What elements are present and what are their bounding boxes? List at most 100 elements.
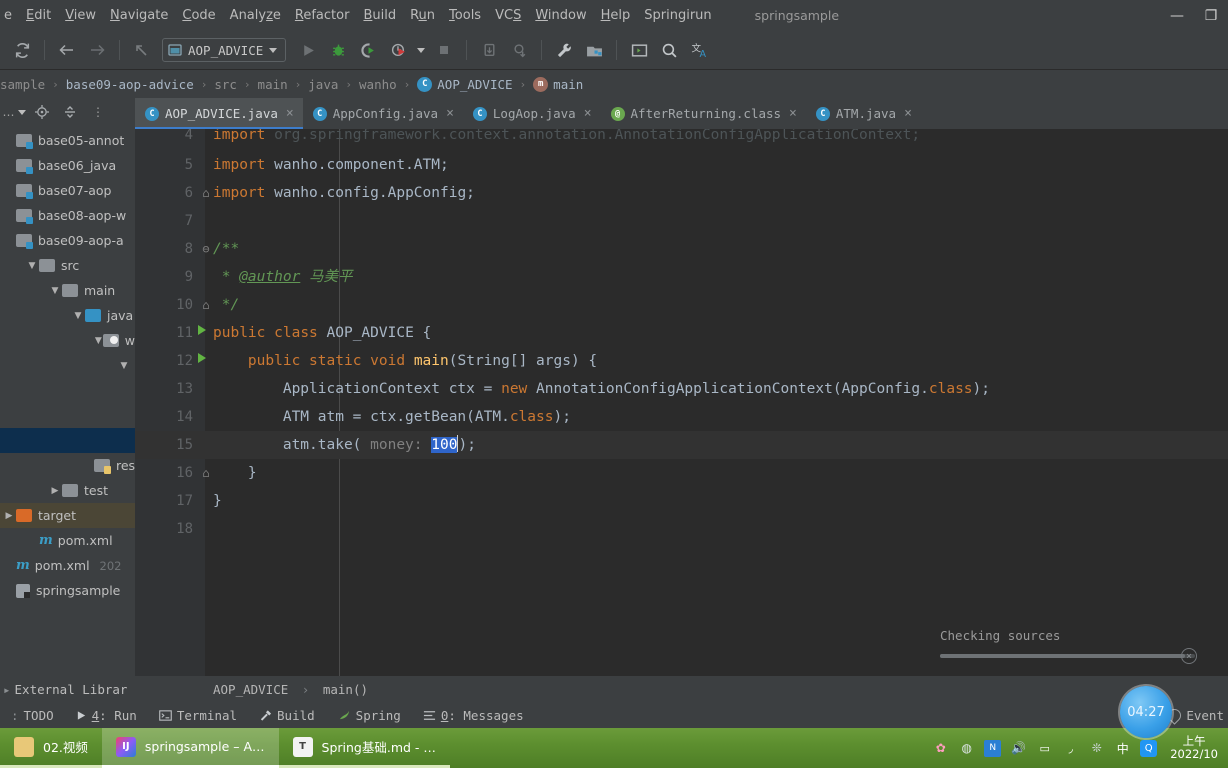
chevron-down-icon[interactable]: ▼ [94,336,103,346]
run-gutter-icon[interactable] [197,347,207,375]
menu-navigate[interactable]: Navigate [103,0,175,31]
profiler-icon[interactable] [384,36,412,64]
tree-node-src[interactable]: ▼ src [0,253,135,278]
code-line-17[interactable]: 17} [135,487,1228,515]
code-line-9[interactable]: 9 * @author 马美平 [135,263,1228,291]
tree-node-base09-aop-a[interactable]: base09-aop-a [0,228,135,253]
tree-node-main[interactable]: ▼ main [0,278,135,303]
volume-icon[interactable]: 🔊 [1010,740,1027,757]
tree-node-pom-xml[interactable]: m pom.xml 202 [0,553,135,578]
desktop-clock-widget[interactable]: 04:27 [1120,686,1172,738]
breadcrumb-item-class[interactable]: AOP_ADVICE [437,77,512,92]
project-view-selector[interactable]: … [3,102,26,122]
code-line-16[interactable]: 16 ⌂ } [135,459,1228,487]
tree-node-base06-java[interactable]: base06_java [0,153,135,178]
chevron-down-icon[interactable]: ▼ [71,311,85,321]
locate-icon[interactable] [32,102,52,122]
tree-node-w[interactable]: ▼ w [0,328,135,353]
structure-class[interactable]: AOP_ADVICE [213,682,288,697]
chevron-down-icon[interactable]: ▼ [48,286,62,296]
tree-node-pom-xml[interactable]: m pom.xml [0,528,135,553]
terminal-icon[interactable] [625,36,653,64]
menu-file[interactable]: e [0,0,19,31]
back-arrow-icon[interactable] [53,36,81,64]
menu-help[interactable]: Help [594,0,638,31]
run-configuration-selector[interactable]: AOP_ADVICE [162,38,287,62]
breadcrumb-item-main[interactable]: main [258,77,288,92]
tree-node[interactable] [0,378,135,403]
run-with-coverage-icon[interactable] [354,36,382,64]
run-gutter-icon[interactable] [197,319,207,347]
tree-node[interactable]: ▼ [0,353,135,378]
menu-springirun[interactable]: Springirun [637,0,718,31]
menu-window[interactable]: Window [528,0,593,31]
project-structure-icon[interactable] [580,36,608,64]
external-libraries-node[interactable]: ▸ External Librar [0,682,135,697]
close-icon[interactable]: × [584,106,592,121]
flower-icon[interactable]: ✿ [932,740,949,757]
chevron-right-icon[interactable]: ▶ [48,486,62,496]
options-icon[interactable]: ⋮ [88,102,108,122]
status-run[interactable]: 4: Run [65,708,148,723]
close-icon[interactable]: × [446,106,454,121]
code-line-6[interactable]: 6 ⌂ import wanho.config.AppConfig; [135,179,1228,207]
close-icon[interactable]: × [904,106,912,121]
tree-node-java[interactable]: ▼ java [0,303,135,328]
tree-node-base05-annot[interactable]: base05-annot [0,128,135,153]
status-todo[interactable]: : TODO [0,708,65,723]
restore-button[interactable]: ❐ [1194,0,1228,31]
code-lines[interactable]: 4 import org.springframework.context.anno… [135,129,1228,676]
editor-tab-appconfig-java[interactable]: C AppConfig.java × [303,98,463,129]
cancel-task-button[interactable]: × [1181,648,1197,664]
close-icon[interactable]: × [789,106,797,121]
menu-tools[interactable]: Tools [442,0,488,31]
code-line-18[interactable]: 18 [135,515,1228,543]
tree-node-test[interactable]: ▶ test [0,478,135,503]
code-line-8[interactable]: 8 ⊖/** [135,235,1228,263]
status-terminal[interactable]: Terminal [148,708,248,723]
code-line-7[interactable]: 7 [135,207,1228,235]
menu-refactor[interactable]: Refactor [288,0,357,31]
status-build[interactable]: Build [248,708,326,723]
menu-view[interactable]: View [58,0,103,31]
code-line-4[interactable]: 4 import org.springframework.context.anno… [135,129,1228,151]
editor-tab-aop-advice-java[interactable]: C AOP_ADVICE.java × [135,98,303,129]
tree-node[interactable] [0,428,135,453]
menu-analyze[interactable]: Analyze [223,0,288,31]
code-line-15[interactable]: 15 atm.take( money: 100); [135,431,1228,459]
breadcrumb-item-src[interactable]: src [214,77,237,92]
tree-node-base07-aop[interactable]: base07-aop [0,178,135,203]
code-line-13[interactable]: 13 ApplicationContext ctx = new Annotati… [135,375,1228,403]
menu-build[interactable]: Build [356,0,403,31]
menu-code[interactable]: Code [175,0,222,31]
tree-node-base08-aop-w[interactable]: base08-aop-w [0,203,135,228]
chevron-right-icon[interactable]: ▶ [2,511,16,521]
menu-run[interactable]: Run [403,0,442,31]
profiler-dropdown-icon[interactable] [414,36,428,64]
taskbar-item-video[interactable]: 02.视频 [0,728,102,768]
sync-icon[interactable] [8,36,36,64]
code-editor[interactable]: 4 import org.springframework.context.anno… [135,129,1228,676]
battery-icon[interactable]: ▭ [1036,740,1053,757]
chevron-down-icon[interactable]: ▼ [25,261,39,271]
debug-icon[interactable] [324,36,352,64]
event-log-button[interactable]: Event [1165,702,1228,728]
breadcrumb-item-module[interactable]: base09-aop-advice [66,77,194,92]
taskbar-clock[interactable]: 上午 2022/10 [1166,735,1222,761]
editor-tabs[interactable]: C AOP_ADVICE.java × C AppConfig.java × C LogAop… [135,98,1228,129]
code-line-5[interactable]: 5 import wanho.component.ATM; [135,151,1228,179]
tree-node[interactable]: ▼ [0,403,135,428]
tree-node-target[interactable]: ▶ target [0,503,135,528]
tree-node-springsample[interactable]: springsample [0,578,135,603]
search-everywhere-icon[interactable] [655,36,683,64]
wrench-settings-icon[interactable] [550,36,578,64]
status-spring[interactable]: Spring [326,708,412,723]
breadcrumb-item-method[interactable]: main [553,77,583,92]
breadcrumb-item-java[interactable]: java [308,77,338,92]
qq-icon[interactable]: Q [1140,739,1158,757]
minimize-button[interactable]: — [1160,0,1194,31]
close-icon[interactable]: × [286,106,294,121]
taskbar-item-intellij[interactable]: IJ springsample – A… [101,728,279,768]
wifi-icon[interactable]: ◞ [1062,740,1079,757]
code-line-11[interactable]: 11 public class AOP_ADVICE { [135,319,1228,347]
